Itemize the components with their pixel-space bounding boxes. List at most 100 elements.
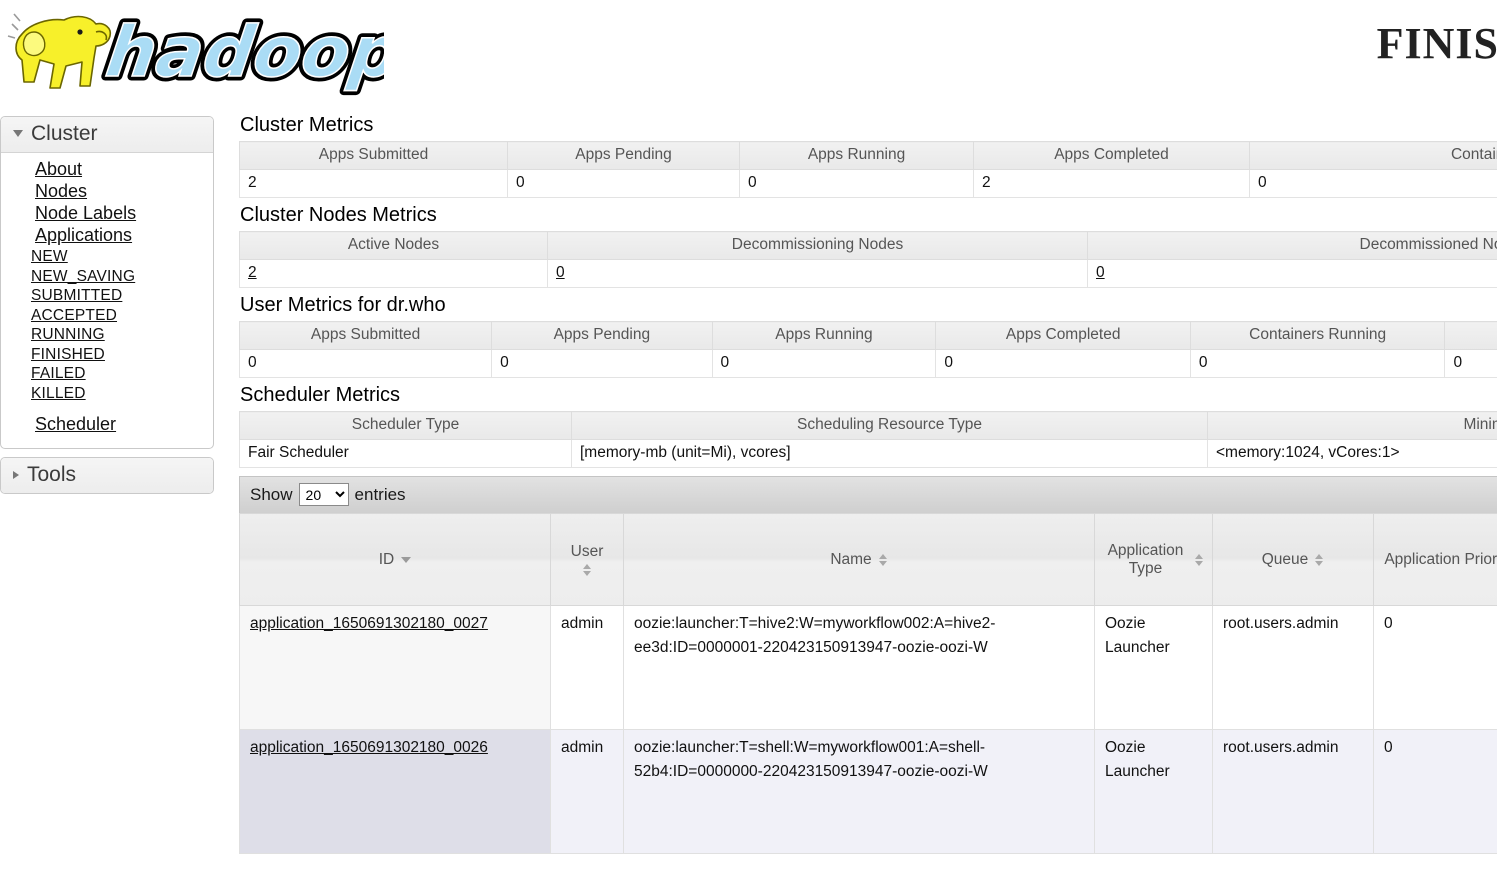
application-id-link[interactable]: application_1650691302180_0026 <box>250 739 488 756</box>
col-active-nodes[interactable]: Active Nodes <box>239 231 548 260</box>
sidebar-item-submitted[interactable]: SUBMITTED <box>31 286 213 306</box>
table-header-row: Apps Submitted Apps Pending Apps Running… <box>238 321 1497 350</box>
sidebar-link-accepted[interactable]: ACCEPTED <box>31 307 117 324</box>
sidebar-item-running[interactable]: RUNNING <box>31 325 213 345</box>
sidebar-cluster-links: About Nodes Node Labels Applications <box>1 159 213 247</box>
cluster-nodes-metrics-title: Cluster Nodes Metrics <box>240 204 437 226</box>
col-containers-running[interactable]: Containers Running <box>1249 141 1497 170</box>
cell-application-priority: 0 <box>1373 729 1497 854</box>
sidebar-link-new[interactable]: NEW <box>31 248 68 265</box>
application-id-link[interactable]: application_1650691302180_0027 <box>250 615 488 632</box>
sidebar-scheduler-links: Scheduler <box>1 414 213 436</box>
table-header-row: Apps Submitted Apps Pending Apps Running… <box>239 141 1497 170</box>
col-user-apps-pending[interactable]: Apps Pending <box>491 321 713 350</box>
sidebar-link-about[interactable]: About <box>35 159 82 179</box>
col-apps-submitted[interactable]: Apps Submitted <box>239 141 508 170</box>
sidebar-tools-label: Tools <box>27 463 77 486</box>
col-apps-pending[interactable]: Apps Pending <box>507 141 740 170</box>
applications-table: ID User Name Application Type Queue Appl… <box>239 513 1497 854</box>
cell-name: oozie:launcher:T=shell:W=myworkflow001:A… <box>623 729 1095 854</box>
cell-user-containers-pending: 0 <box>1444 349 1497 378</box>
col-minimum-allocation[interactable]: Minimum Al <box>1207 411 1497 440</box>
datatable-length-control: Show 20406080100 entries <box>239 476 1497 513</box>
col-user-apps-submitted[interactable]: Apps Submitted <box>238 321 493 350</box>
cell-decommissioned-nodes: 0 <box>1087 259 1497 288</box>
sidebar-item-node-labels[interactable]: Node Labels <box>35 203 213 225</box>
cell-minimum-allocation: <memory:1024, vCores:1> <box>1207 439 1497 468</box>
cell-user-apps-completed: 0 <box>935 349 1191 378</box>
sort-both-icon <box>1315 553 1324 567</box>
table-row: 2 0 0 2 0 <box>239 169 1497 198</box>
page-header: hadoop hadoop FINIS <box>0 0 1497 102</box>
sidebar-item-nodes[interactable]: Nodes <box>35 181 213 203</box>
cell-application-priority: 0 <box>1373 605 1497 730</box>
cell-scheduler-type: Fair Scheduler <box>239 439 572 468</box>
col-scheduling-resource-type[interactable]: Scheduling Resource Type <box>571 411 1208 440</box>
cell-active-nodes: 2 <box>239 259 548 288</box>
sidebar-item-failed[interactable]: FAILED <box>31 364 213 384</box>
sidebar-link-finished[interactable]: FINISHED <box>31 346 105 363</box>
col-decommissioned-nodes[interactable]: Decommissioned Nodes <box>1087 231 1497 260</box>
col-apps-running[interactable]: Apps Running <box>739 141 974 170</box>
sidebar-link-scheduler[interactable]: Scheduler <box>35 414 116 434</box>
sidebar-item-finished[interactable]: FINISHED <box>31 345 213 365</box>
col-queue[interactable]: Queue <box>1212 513 1374 606</box>
sidebar-link-node-labels[interactable]: Node Labels <box>35 203 136 223</box>
scheduler-metrics-title: Scheduler Metrics <box>240 384 401 406</box>
col-application-priority-label: Application Priority <box>1384 550 1497 568</box>
sidebar-section-tools: Tools <box>0 457 214 494</box>
cell-user-containers-running: 0 <box>1190 349 1446 378</box>
col-queue-label: Queue <box>1261 550 1309 568</box>
active-nodes-link[interactable]: 2 <box>248 264 257 281</box>
col-user[interactable]: User <box>550 513 624 606</box>
col-user-apps-completed[interactable]: Apps Completed <box>935 321 1191 350</box>
decommissioned-nodes-link[interactable]: 0 <box>1096 264 1105 281</box>
sidebar-link-killed[interactable]: KILLED <box>31 385 86 402</box>
sort-both-icon <box>1195 553 1204 567</box>
col-application-type[interactable]: Application Type <box>1094 513 1213 606</box>
col-id[interactable]: ID <box>239 513 551 606</box>
sidebar-item-new-saving[interactable]: NEW_SAVING <box>31 267 213 287</box>
table-row[interactable]: application_1650691302180_0026 admin ooz… <box>239 729 1497 854</box>
chevron-down-icon <box>13 129 23 137</box>
user-metrics-table: Apps Submitted Apps Pending Apps Running… <box>238 321 1497 378</box>
cell-scheduling-resource-type: [memory-mb (unit=Mi), vcores] <box>571 439 1208 468</box>
sidebar-link-failed[interactable]: FAILED <box>31 365 86 382</box>
cell-user: admin <box>550 729 624 854</box>
page-length-select[interactable]: 20406080100 <box>298 483 349 506</box>
cell-user-apps-running: 0 <box>712 349 937 378</box>
col-name[interactable]: Name <box>623 513 1095 606</box>
hadoop-logo: hadoop hadoop <box>4 2 411 98</box>
chevron-right-icon <box>13 471 19 479</box>
sidebar-link-new-saving[interactable]: NEW_SAVING <box>31 268 135 285</box>
sidebar-item-about[interactable]: About <box>35 159 213 181</box>
main-content: Cluster Metrics Apps Submitted Apps Pend… <box>238 114 1497 854</box>
sidebar-item-killed[interactable]: KILLED <box>31 384 213 404</box>
sidebar-link-nodes[interactable]: Nodes <box>35 181 87 201</box>
user-metrics-title: User Metrics for dr.who <box>240 294 446 316</box>
col-user-containers-running[interactable]: Containers Running <box>1190 321 1446 350</box>
table-row[interactable]: application_1650691302180_0027 admin ooz… <box>239 605 1497 730</box>
sidebar-link-applications[interactable]: Applications <box>35 225 132 245</box>
sidebar-item-accepted[interactable]: ACCEPTED <box>31 306 213 326</box>
col-scheduler-type[interactable]: Scheduler Type <box>239 411 572 440</box>
col-user-label: User <box>570 542 604 560</box>
col-application-priority[interactable]: Application Priority <box>1373 513 1497 606</box>
sidebar-cluster-header[interactable]: Cluster <box>1 117 213 153</box>
cell-queue: root.users.admin <box>1212 729 1374 854</box>
decommissioning-nodes-link[interactable]: 0 <box>556 264 565 281</box>
sidebar-link-running[interactable]: RUNNING <box>31 326 105 343</box>
sidebar-item-new[interactable]: NEW <box>31 247 213 267</box>
col-user-apps-running[interactable]: Apps Running <box>712 321 937 350</box>
sidebar-item-scheduler[interactable]: Scheduler <box>35 414 213 436</box>
entries-label: entries <box>354 484 406 504</box>
sidebar-cluster-label: Cluster <box>31 122 98 145</box>
col-decommissioning-nodes[interactable]: Decommissioning Nodes <box>547 231 1088 260</box>
sidebar-item-applications[interactable]: Applications <box>35 225 213 247</box>
cell-decommissioning-nodes: 0 <box>547 259 1088 288</box>
col-apps-completed[interactable]: Apps Completed <box>973 141 1250 170</box>
sidebar-link-submitted[interactable]: SUBMITTED <box>31 287 122 304</box>
col-user-containers-pending[interactable]: Containers Pending <box>1444 321 1497 350</box>
cell-user-apps-submitted: 0 <box>238 349 493 378</box>
sidebar-tools-header[interactable]: Tools <box>1 458 213 493</box>
